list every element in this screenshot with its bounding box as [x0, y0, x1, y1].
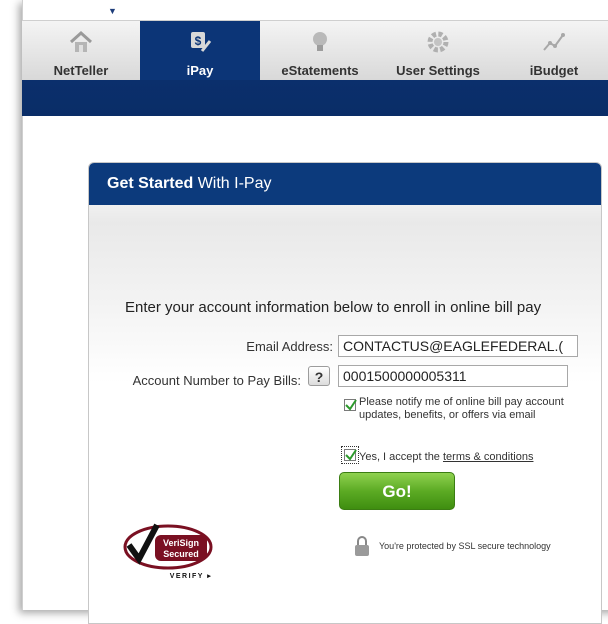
- enroll-panel: Get Started With I-Pay Enter your accoun…: [88, 162, 602, 624]
- email-label: Email Address:: [246, 339, 333, 354]
- lightbulb-icon: [313, 32, 327, 51]
- tab-ipay-label: iPay: [186, 63, 214, 78]
- tab-ipay[interactable]: $ iPay: [140, 21, 260, 81]
- tab-ibudget-label: iBudget: [529, 63, 579, 78]
- accept-terms-text: Yes, I accept the terms & conditions: [359, 451, 589, 464]
- checkmark-icon: [345, 449, 357, 461]
- caret-down-icon: ▼: [108, 6, 117, 16]
- terms-link[interactable]: terms & conditions: [443, 451, 533, 463]
- svg-text:$: $: [195, 34, 202, 48]
- trend-line-icon: [543, 33, 565, 51]
- notify-text: Please notify me of online bill pay acco…: [359, 396, 564, 421]
- house-icon: [69, 30, 93, 52]
- top-nav: NetTeller $ iPay eStatements User Settin…: [22, 20, 608, 81]
- panel-title-rest: With I-Pay: [193, 175, 272, 192]
- tab-ibudget[interactable]: iBudget: [496, 21, 608, 81]
- intro-text: Enter your account information below to …: [125, 299, 542, 316]
- verisign-line2: Secured: [163, 549, 199, 559]
- tab-netteller-label: NetTeller: [53, 63, 109, 78]
- tab-estatements[interactable]: eStatements: [260, 21, 380, 81]
- go-button[interactable]: Go!: [339, 472, 455, 510]
- panel-title-bold: Get Started: [107, 175, 194, 192]
- help-button[interactable]: ?: [308, 366, 330, 386]
- verisign-seal-icon: VeriSign Secured VERIFY ▸: [123, 523, 213, 580]
- tab-estatements-label: eStatements: [281, 63, 359, 78]
- checkmark-icon: [345, 399, 357, 411]
- notify-checkbox[interactable]: [344, 399, 357, 411]
- account-number-field[interactable]: 0001500000005311: [338, 365, 568, 387]
- account-number-label: Account Number to Pay Bills:: [132, 373, 301, 388]
- tab-user-settings[interactable]: User Settings: [380, 21, 496, 81]
- ssl-text: You're protected by SSL secure technolog…: [379, 541, 551, 551]
- money-pen-icon: $: [191, 32, 212, 52]
- tab-netteller[interactable]: NetTeller: [22, 21, 140, 81]
- tab-user-settings-label: User Settings: [396, 63, 480, 78]
- panel-title: Get Started With I-Pay: [89, 163, 601, 205]
- email-field[interactable]: CONTACTUS@EAGLEFEDERAL.(: [338, 335, 578, 357]
- gear-icon: [427, 31, 449, 53]
- accept-prefix: Yes, I accept the: [359, 451, 443, 463]
- lock-icon: [355, 536, 369, 556]
- verisign-verify: VERIFY ▸: [170, 573, 213, 580]
- verisign-line1: VeriSign: [163, 538, 199, 548]
- accept-terms-checkbox[interactable]: [344, 449, 357, 461]
- subnav-bar: [22, 80, 608, 116]
